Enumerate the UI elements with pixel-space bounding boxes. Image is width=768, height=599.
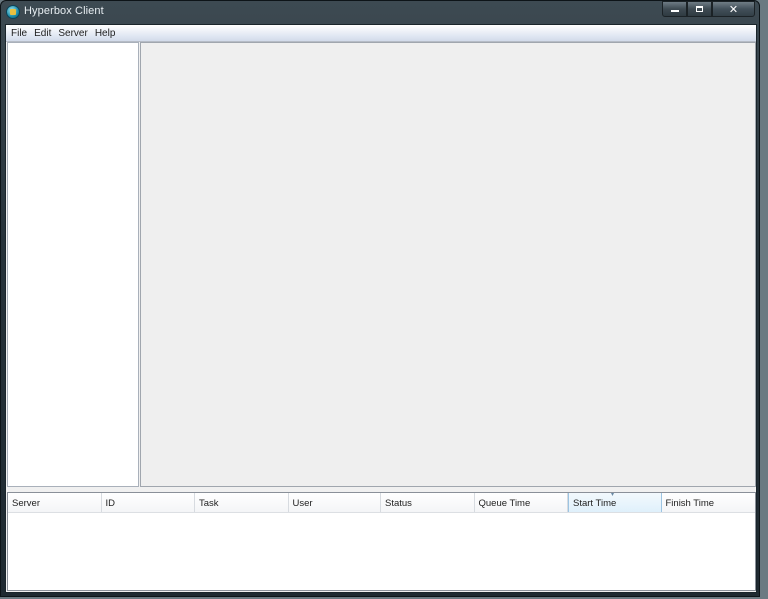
sort-indicator-icon: ▾ [611,492,615,498]
column-header-task[interactable]: Task [195,493,289,512]
task-table[interactable]: Server ID Task User Status Queue Time ▾ … [7,492,756,591]
maximize-button[interactable] [687,1,712,17]
menu-bar: File Edit Server Help [6,25,756,42]
hyperbox-app-icon[interactable] [6,5,20,19]
column-header-server[interactable]: Server [8,493,102,512]
server-tree-panel[interactable] [7,42,139,487]
task-table-header: Server ID Task User Status Queue Time ▾ … [8,492,755,513]
minimize-button[interactable] [662,1,687,17]
menu-edit[interactable]: Edit [31,28,54,39]
column-header-id[interactable]: ID [101,493,195,512]
column-header-start-time[interactable]: ▾ Start Time [568,492,662,512]
maximize-icon [696,6,703,12]
column-header-queue-time[interactable]: Queue Time [474,493,568,512]
column-header-start-time-label: Start Time [573,498,617,509]
column-header-user[interactable]: User [288,493,381,512]
task-table-body[interactable] [8,513,755,590]
application-window: Hyperbox Client ✕ File Edit Server Help … [0,0,760,597]
title-bar[interactable]: Hyperbox Client ✕ [1,1,761,24]
minimize-icon [670,10,679,12]
main-content-panel [140,42,756,487]
close-button[interactable]: ✕ [712,1,755,17]
client-area: File Edit Server Help Server ID Task Use… [5,24,757,593]
window-title: Hyperbox Client [24,5,104,17]
menu-server[interactable]: Server [55,28,90,39]
column-header-finish-time[interactable]: Finish Time [661,493,755,512]
menu-file[interactable]: File [8,28,30,39]
window-controls: ✕ [662,1,755,18]
close-icon: ✕ [728,2,739,16]
column-header-status[interactable]: Status [381,493,475,512]
menu-help[interactable]: Help [92,28,119,39]
